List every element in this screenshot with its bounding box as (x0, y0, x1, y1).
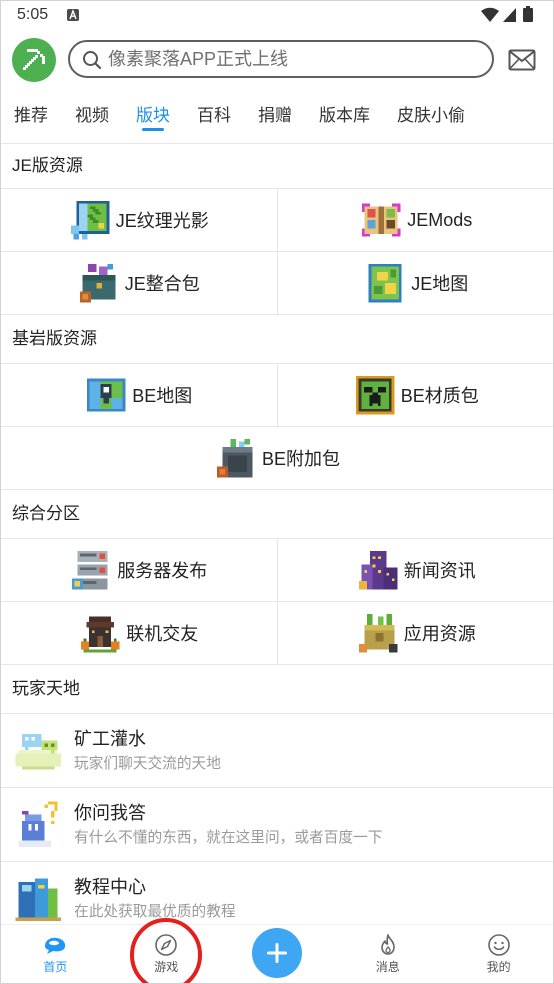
board-je-texture[interactable]: JE纹理光影 (0, 189, 277, 251)
search-placeholder: 像素聚落APP正式上线 (108, 49, 289, 69)
list-item-chat[interactable]: 矿工灌水 玩家们聊天交流的天地 (0, 714, 554, 788)
board-je-mods[interactable]: JEMods (276, 189, 554, 251)
create-post-button[interactable] (251, 928, 302, 978)
wifi-icon (481, 7, 499, 22)
grid-row: JE整合包 JE地图 (0, 252, 554, 315)
chat-island-icon (12, 724, 64, 776)
board-label: 联机交友 (126, 624, 199, 644)
app-resource-icon (356, 611, 400, 655)
status-time: 5:05 (17, 6, 49, 23)
tab-video[interactable]: 视频 (75, 100, 109, 132)
list-item-subtitle: 在此处获取最优质的教程 (74, 904, 236, 920)
nav-profile[interactable]: 我的 (443, 925, 554, 984)
section-title-general: 综合分区 (12, 504, 80, 523)
be-grid: BE地图 BE材质包 BE附加包 (0, 363, 554, 490)
grid-row: JE纹理光影 JEMods (0, 189, 554, 252)
pickaxe-logo-icon[interactable] (12, 38, 56, 82)
list-item-qa[interactable]: 你问我答 有什么不懂的东西，就在这里问，或者百度一下 (0, 788, 554, 862)
tab-wiki[interactable]: 百科 (197, 100, 231, 132)
tab-boards[interactable]: 版块 (136, 100, 170, 132)
board-label: BE地图 (132, 386, 193, 406)
grid-row: BE附加包 (0, 427, 554, 490)
news-building-icon (356, 548, 400, 592)
list-item-title: 你问我答 (74, 803, 146, 823)
creeper-block-icon (353, 373, 397, 417)
multiplayer-house-icon (78, 611, 122, 655)
mods-book-icon (359, 198, 403, 242)
app-screen: 5:05 像素聚落APP正式上线 推荐 视频 版块 百科 捐赠 版本库 皮肤小偷… (0, 0, 554, 984)
home-bubble-icon (45, 937, 66, 954)
mail-icon[interactable] (508, 49, 536, 71)
board-label: BE附加包 (261, 449, 340, 469)
tab-versions[interactable]: 版本库 (319, 100, 370, 132)
smiley-icon (487, 934, 510, 956)
be-map-icon (84, 373, 128, 417)
board-label: BE材质包 (400, 386, 479, 406)
texture-shader-icon (68, 198, 112, 242)
tutorial-book-icon (12, 872, 64, 924)
board-be-map[interactable]: BE地图 (0, 364, 277, 426)
board-app-resources[interactable]: 应用资源 (276, 602, 554, 664)
list-item-subtitle: 有什么不懂的东西，就在这里问，或者百度一下 (74, 830, 383, 846)
bottom-nav: 首页 游戏 消息 我的 (0, 925, 554, 984)
list-item-title: 矿工灌水 (74, 729, 146, 749)
status-bar: 5:05 (0, 0, 554, 30)
signal-icon (503, 8, 516, 22)
board-je-map[interactable]: JE地图 (276, 252, 554, 314)
battery-icon (523, 6, 533, 22)
board-servers[interactable]: 服务器发布 (0, 539, 277, 601)
nav-label: 游戏 (154, 960, 179, 974)
tab-boards-label: 版块 (136, 106, 170, 125)
nav-label: 我的 (486, 960, 511, 974)
nav-label: 首页 (43, 960, 68, 974)
board-label: JE整合包 (124, 274, 200, 294)
je-map-icon (363, 261, 407, 305)
board-label: JEMods (407, 209, 473, 230)
boards-content: JE版资源 JE纹理光影 JEMods JE整合包 JE地图 基岩版资源 BE地… (0, 144, 554, 936)
board-label: 应用资源 (403, 624, 476, 644)
list-item-subtitle: 玩家们聊天交流的天地 (74, 756, 221, 772)
top-tabs: 推荐 视频 版块 百科 捐赠 版本库 皮肤小偷 (14, 100, 465, 132)
general-grid: 服务器发布 新闻资讯 联机交友 应用资源 (0, 538, 554, 665)
modpack-chest-icon (77, 261, 121, 305)
board-be-addon[interactable]: BE附加包 (0, 427, 554, 489)
addon-box-icon (214, 436, 258, 480)
tab-donate[interactable]: 捐赠 (258, 100, 292, 132)
board-label: 新闻资讯 (403, 561, 476, 581)
server-icon (69, 548, 113, 592)
search-icon (83, 51, 102, 70)
je-grid: JE纹理光影 JEMods JE整合包 JE地图 (0, 188, 554, 315)
nav-games[interactable]: 游戏 (111, 925, 222, 984)
tab-skin-stealer[interactable]: 皮肤小偷 (397, 100, 465, 132)
board-be-texture[interactable]: BE材质包 (276, 364, 554, 426)
question-icon (12, 798, 64, 850)
compass-icon (155, 934, 177, 956)
grid-row: 联机交友 应用资源 (0, 602, 554, 665)
section-title-be: 基岩版资源 (12, 329, 97, 348)
section-title-players: 玩家天地 (12, 679, 80, 698)
list-item-title: 教程中心 (74, 877, 146, 897)
board-label: JE地图 (411, 274, 469, 294)
nav-home[interactable]: 首页 (0, 925, 111, 984)
grid-row: 服务器发布 新闻资讯 (0, 539, 554, 602)
section-title-je: JE版资源 (12, 156, 83, 175)
plus-icon (266, 943, 287, 963)
board-je-modpack[interactable]: JE整合包 (0, 252, 277, 314)
tab-recommend[interactable]: 推荐 (14, 100, 48, 132)
nav-create (222, 925, 333, 984)
board-news[interactable]: 新闻资讯 (276, 539, 554, 601)
nav-label: 消息 (375, 960, 400, 974)
board-label: JE纹理光影 (115, 211, 209, 231)
a-notification-icon (67, 9, 79, 21)
board-label: 服务器发布 (117, 561, 208, 581)
board-multiplayer[interactable]: 联机交友 (0, 602, 277, 664)
player-board-list: 矿工灌水 玩家们聊天交流的天地 你问我答 有什么不懂的东西，就在这里问，或者百度… (0, 713, 554, 936)
grid-row: BE地图 BE材质包 (0, 364, 554, 427)
search-input[interactable]: 像素聚落APP正式上线 (68, 40, 494, 78)
nav-messages[interactable]: 消息 (332, 925, 443, 984)
active-tab-indicator (142, 128, 164, 131)
flame-icon (380, 934, 395, 955)
